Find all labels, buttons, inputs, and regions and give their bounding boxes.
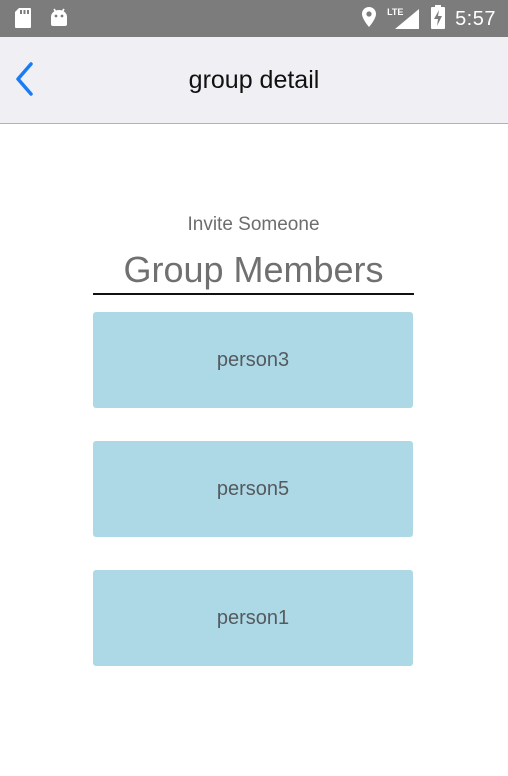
group-members-header: Group Members xyxy=(93,247,414,295)
back-button[interactable] xyxy=(6,61,42,101)
sd-card-icon xyxy=(14,7,32,33)
navigation-bar: group detail xyxy=(0,37,508,124)
status-left-icons xyxy=(14,7,70,33)
member-card[interactable]: person1 xyxy=(93,570,413,666)
status-bar: LTE 5:57 xyxy=(0,0,508,37)
page-title: group detail xyxy=(188,65,320,94)
member-card[interactable]: person3 xyxy=(93,312,413,408)
lte-signal-icon: LTE xyxy=(387,7,421,31)
invite-someone-button[interactable]: Invite Someone xyxy=(93,214,414,242)
chevron-left-icon xyxy=(13,61,35,101)
battery-charging-icon xyxy=(431,5,446,33)
status-time: 5:57 xyxy=(455,7,496,30)
android-icon xyxy=(48,7,70,33)
location-icon xyxy=(361,6,377,32)
lte-label: LTE xyxy=(387,7,404,17)
member-card[interactable]: person5 xyxy=(93,441,413,537)
status-right-icons: LTE 5:57 xyxy=(361,5,496,33)
